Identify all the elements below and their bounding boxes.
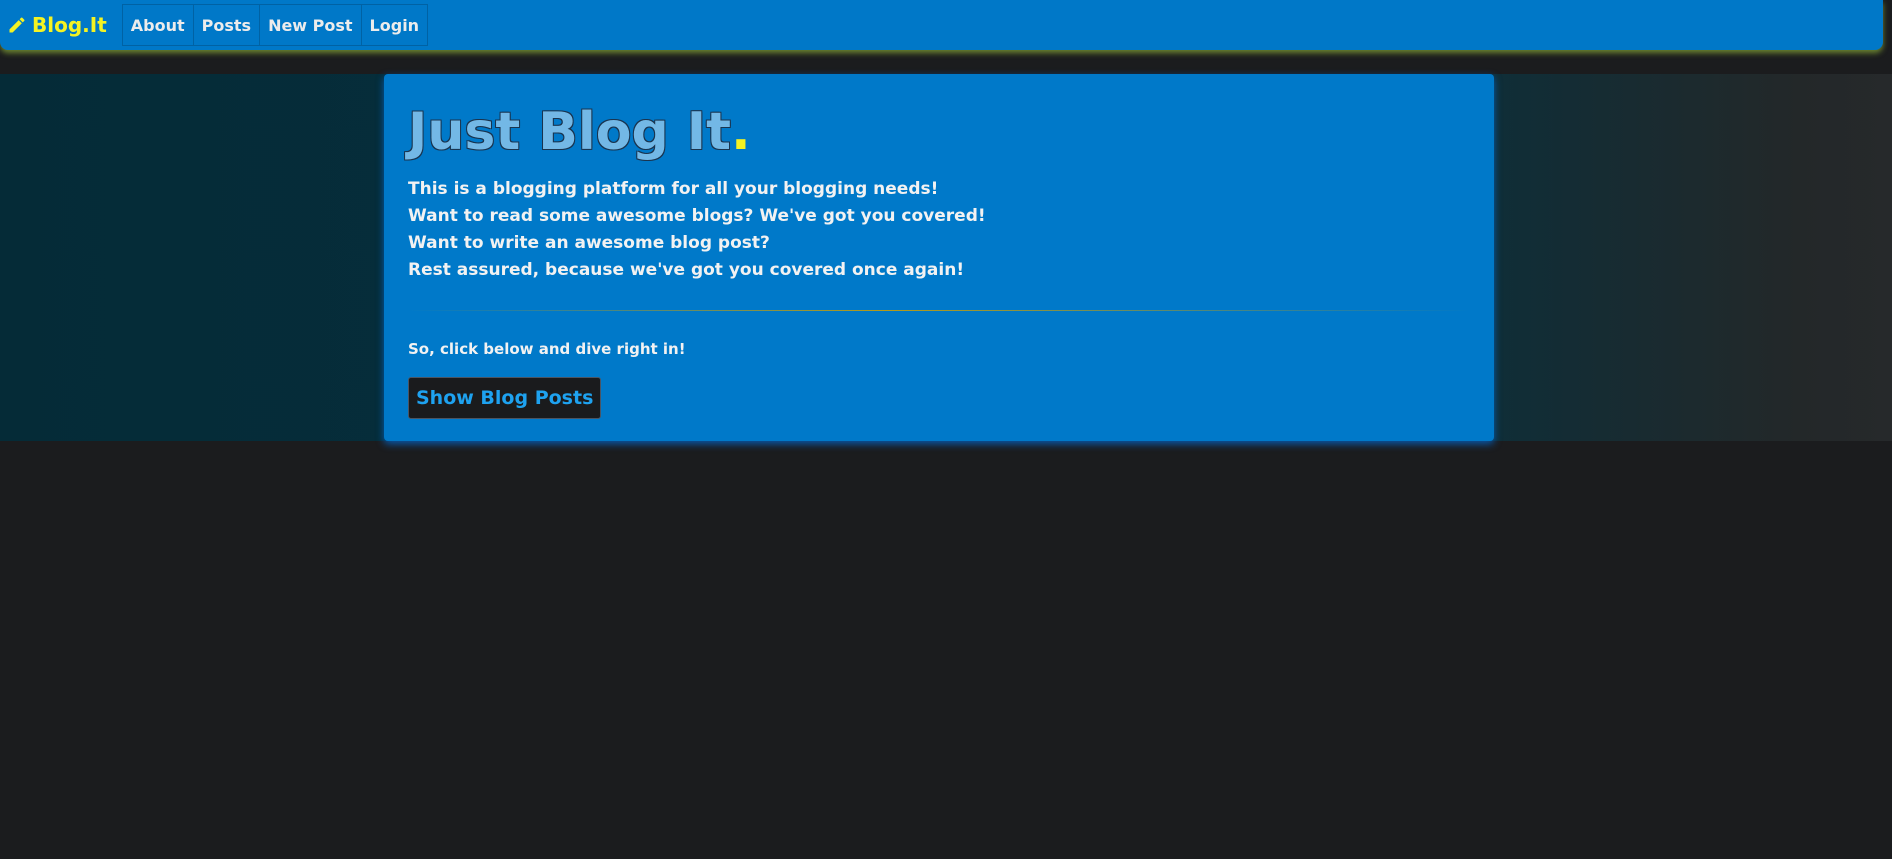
- show-blog-posts-button[interactable]: Show Blog Posts: [408, 377, 602, 419]
- hero-title: Just Blog It.: [408, 98, 1470, 166]
- divider: [408, 310, 1470, 311]
- cta-text: So, click below and dive right in!: [408, 340, 686, 358]
- hero-description: This is a blogging platform for all your…: [408, 176, 1470, 284]
- nav-menu: About Posts New Post Login: [121, 4, 429, 46]
- hero-title-text: Just Blog It: [408, 102, 731, 162]
- hero-line: Want to write an awesome blog post?: [408, 233, 770, 253]
- nav-item-new-post[interactable]: New Post: [259, 4, 361, 46]
- nav-item-about[interactable]: About: [121, 4, 193, 46]
- hero-line: This is a blogging platform for all your…: [408, 179, 939, 199]
- hero-line: Want to read some awesome blogs? We've g…: [408, 206, 986, 226]
- nav-item-posts[interactable]: Posts: [192, 4, 260, 46]
- brand-label: Blog.It: [32, 13, 107, 37]
- pencil-icon: [9, 17, 25, 33]
- hero-title-dot: .: [731, 102, 751, 162]
- jumbotron: Just Blog It. This is a blogging platfor…: [384, 74, 1494, 441]
- brand-link[interactable]: Blog.It: [7, 0, 107, 50]
- nav-item-login[interactable]: Login: [360, 4, 429, 46]
- hero-line: Rest assured, because we've got you cove…: [408, 260, 965, 280]
- navbar: Blog.It About Posts New Post Login: [0, 0, 1883, 50]
